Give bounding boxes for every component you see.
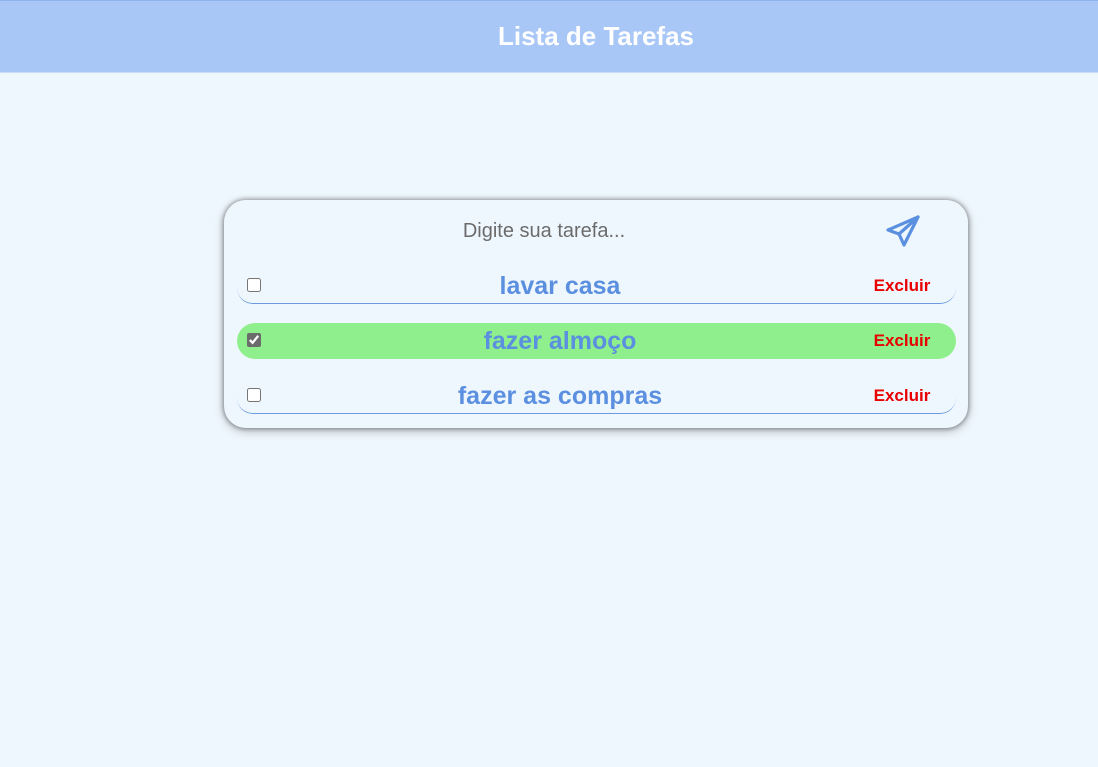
app-header: Lista de Tarefas xyxy=(0,0,1098,73)
paper-plane-icon xyxy=(886,215,920,247)
delete-button[interactable]: Excluir xyxy=(857,386,947,406)
task-card: lavar casa Excluir fazer almoço Excluir … xyxy=(224,200,968,428)
delete-button[interactable]: Excluir xyxy=(857,276,947,296)
task-item: lavar casa Excluir xyxy=(237,268,956,304)
delete-button[interactable]: Excluir xyxy=(857,331,947,351)
task-item: fazer as compras Excluir xyxy=(237,378,956,414)
task-item: fazer almoço Excluir xyxy=(237,323,956,359)
task-input[interactable] xyxy=(284,214,804,248)
task-text: lavar casa xyxy=(499,272,621,300)
page-title: Lista de Tarefas xyxy=(497,21,695,51)
task-list: lavar casa Excluir fazer almoço Excluir … xyxy=(237,268,956,433)
task-text: fazer almoço xyxy=(483,327,637,355)
task-text: fazer as compras xyxy=(457,382,663,410)
send-button[interactable] xyxy=(884,212,924,250)
